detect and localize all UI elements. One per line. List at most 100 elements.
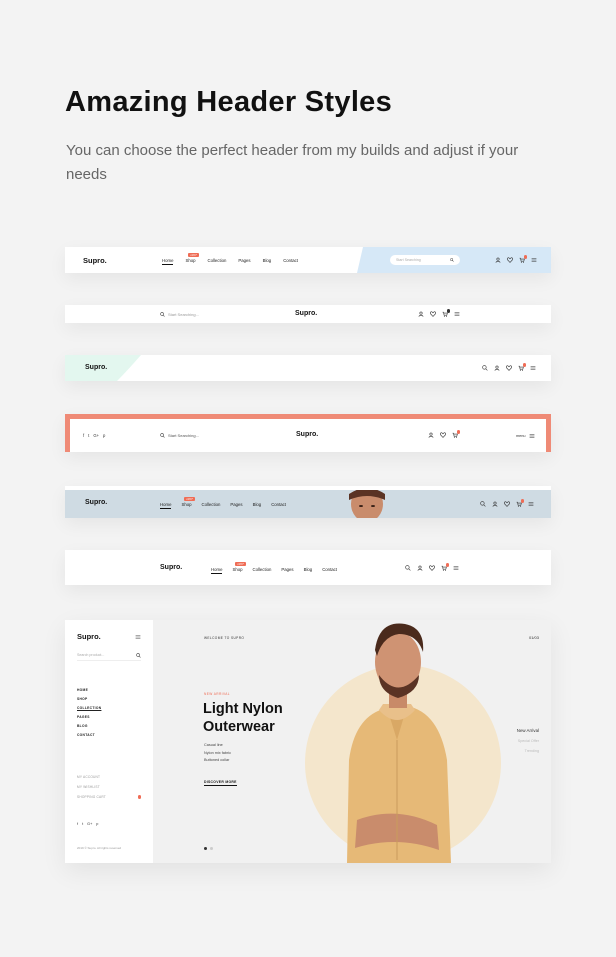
cart-icon[interactable]	[441, 563, 449, 571]
cart-icon[interactable]	[516, 499, 524, 507]
nav-home[interactable]: Home	[162, 258, 174, 265]
slide-link-new-arrival[interactable]: New Arrival	[517, 728, 539, 733]
user-icon[interactable]	[428, 432, 434, 438]
menu-label: menu	[516, 434, 526, 438]
heart-icon[interactable]	[430, 311, 436, 317]
heart-icon[interactable]	[504, 501, 510, 507]
nav-home[interactable]: Home	[211, 567, 223, 574]
facebook-icon[interactable]: f	[83, 433, 84, 438]
nav-shop[interactable]: HOT Shop	[185, 253, 199, 265]
slider-dot[interactable]	[204, 847, 207, 850]
nav-collection[interactable]: Collection	[208, 258, 227, 265]
search-icon	[160, 433, 165, 438]
nav-contact[interactable]: Contact	[271, 502, 286, 509]
search-field[interactable]: Start Searching...	[160, 312, 199, 317]
nav-pages[interactable]: Pages	[238, 258, 250, 265]
sidebar-item-home[interactable]: HOME	[77, 688, 101, 692]
nav-shop[interactable]: HOT Shop	[232, 562, 246, 574]
search-icon[interactable]	[405, 565, 411, 571]
slide-counter: 01/03	[528, 635, 539, 640]
menu-icon[interactable]	[454, 311, 460, 317]
heart-icon[interactable]	[506, 365, 512, 371]
cart-icon[interactable]	[442, 309, 450, 317]
search-icon	[160, 312, 165, 317]
twitter-icon[interactable]: t	[82, 822, 83, 826]
nav-shop[interactable]: HOT Shop	[181, 497, 195, 509]
nav-pages[interactable]: Pages	[230, 502, 242, 509]
facebook-icon[interactable]: f	[77, 822, 78, 826]
logo[interactable]: Supro.	[83, 256, 107, 265]
hot-badge: HOT	[235, 562, 246, 566]
nav-contact[interactable]: Contact	[283, 258, 298, 265]
sidebar-search-input[interactable]: Search product...	[77, 653, 141, 661]
cart-count-badge	[456, 430, 460, 434]
heart-icon[interactable]	[440, 432, 446, 438]
hero-headline: Light Nylon Outerwear	[203, 701, 283, 735]
logo[interactable]: Supro.	[85, 364, 107, 371]
sidebar-search-placeholder: Search product...	[77, 653, 105, 657]
menu-toggle[interactable]: menu	[516, 433, 535, 439]
search-icon	[136, 653, 141, 658]
search-field[interactable]: Start Searching...	[160, 433, 199, 438]
my-account-link[interactable]: MY ACCOUNT	[77, 775, 141, 779]
nav-contact[interactable]: Contact	[322, 567, 337, 574]
slide-link-trending[interactable]: Trending	[525, 749, 539, 753]
nav-blog[interactable]: Blog	[253, 502, 262, 509]
sidebar-item-blog[interactable]: BLOG	[77, 724, 101, 728]
heart-icon[interactable]	[507, 257, 513, 263]
search-input[interactable]: Start Searching	[390, 255, 460, 265]
feature-item: Nylon mix fabric	[204, 750, 232, 755]
header-icons	[405, 563, 459, 571]
search-icon[interactable]	[480, 501, 486, 507]
sidebar-item-shop[interactable]: SHOP	[77, 697, 101, 701]
my-wishlist-link[interactable]: MY WISHLIST	[77, 785, 141, 789]
cart-icon[interactable]	[452, 430, 460, 438]
main-nav: Home HOT Shop Collection Pages Blog Conta…	[211, 562, 337, 574]
cart-icon[interactable]	[519, 255, 527, 263]
header-icons	[482, 363, 536, 371]
nav-collection[interactable]: Collection	[202, 502, 221, 509]
user-icon[interactable]	[495, 257, 501, 263]
grid-menu-icon[interactable]	[135, 634, 141, 640]
logo[interactable]: Supro.	[77, 632, 101, 641]
nav-home[interactable]: Home	[160, 502, 172, 509]
logo[interactable]: Supro.	[160, 564, 182, 571]
menu-icon[interactable]	[528, 501, 534, 507]
cart-count-badge	[137, 795, 141, 799]
sidebar-account-links: MY ACCOUNT MY WISHLIST SHOPPING CART	[77, 775, 141, 799]
shopping-cart-link[interactable]: SHOPPING CART	[77, 795, 141, 799]
pinterest-icon[interactable]: p	[96, 822, 98, 826]
user-icon[interactable]	[418, 311, 424, 317]
logo[interactable]: Supro.	[296, 431, 318, 438]
menu-icon[interactable]	[530, 365, 536, 371]
slide-link-special-offer[interactable]: Special Offer	[518, 739, 539, 743]
google-plus-icon[interactable]: G+	[93, 433, 99, 438]
nav-pages[interactable]: Pages	[281, 567, 293, 574]
slider-dot[interactable]	[210, 847, 213, 850]
menu-icon[interactable]	[453, 565, 459, 571]
discover-more-button[interactable]: DISCOVER MORE	[204, 780, 237, 786]
sidebar-menu: HOME SHOP COLLECTION PAGES BLOG CONTACT	[77, 688, 101, 737]
user-icon[interactable]	[494, 365, 500, 371]
cart-count-badge	[446, 309, 450, 313]
logo[interactable]: Supro.	[85, 499, 107, 506]
sidebar-item-collection[interactable]: COLLECTION	[77, 706, 101, 710]
search-icon[interactable]	[482, 365, 488, 371]
logo[interactable]: Supro.	[295, 310, 317, 317]
nav-blog[interactable]: Blog	[263, 258, 272, 265]
cart-icon[interactable]	[518, 363, 526, 371]
heart-icon[interactable]	[429, 565, 435, 571]
google-plus-icon[interactable]: G+	[87, 822, 92, 826]
nav-collection[interactable]: Collection	[253, 567, 272, 574]
page-title: Amazing Header Styles	[65, 86, 393, 118]
twitter-icon[interactable]: t	[88, 433, 89, 438]
hero-model-image	[347, 623, 451, 863]
menu-icon[interactable]	[531, 257, 537, 263]
sidebar-item-contact[interactable]: CONTACT	[77, 733, 101, 737]
nav-blog[interactable]: Blog	[304, 567, 313, 574]
sidebar-item-pages[interactable]: PAGES	[77, 715, 101, 719]
user-icon[interactable]	[492, 501, 498, 507]
hero-kicker: WELCOME TO SUPRO	[204, 636, 245, 640]
user-icon[interactable]	[417, 565, 423, 571]
pinterest-icon[interactable]: p	[103, 433, 105, 438]
